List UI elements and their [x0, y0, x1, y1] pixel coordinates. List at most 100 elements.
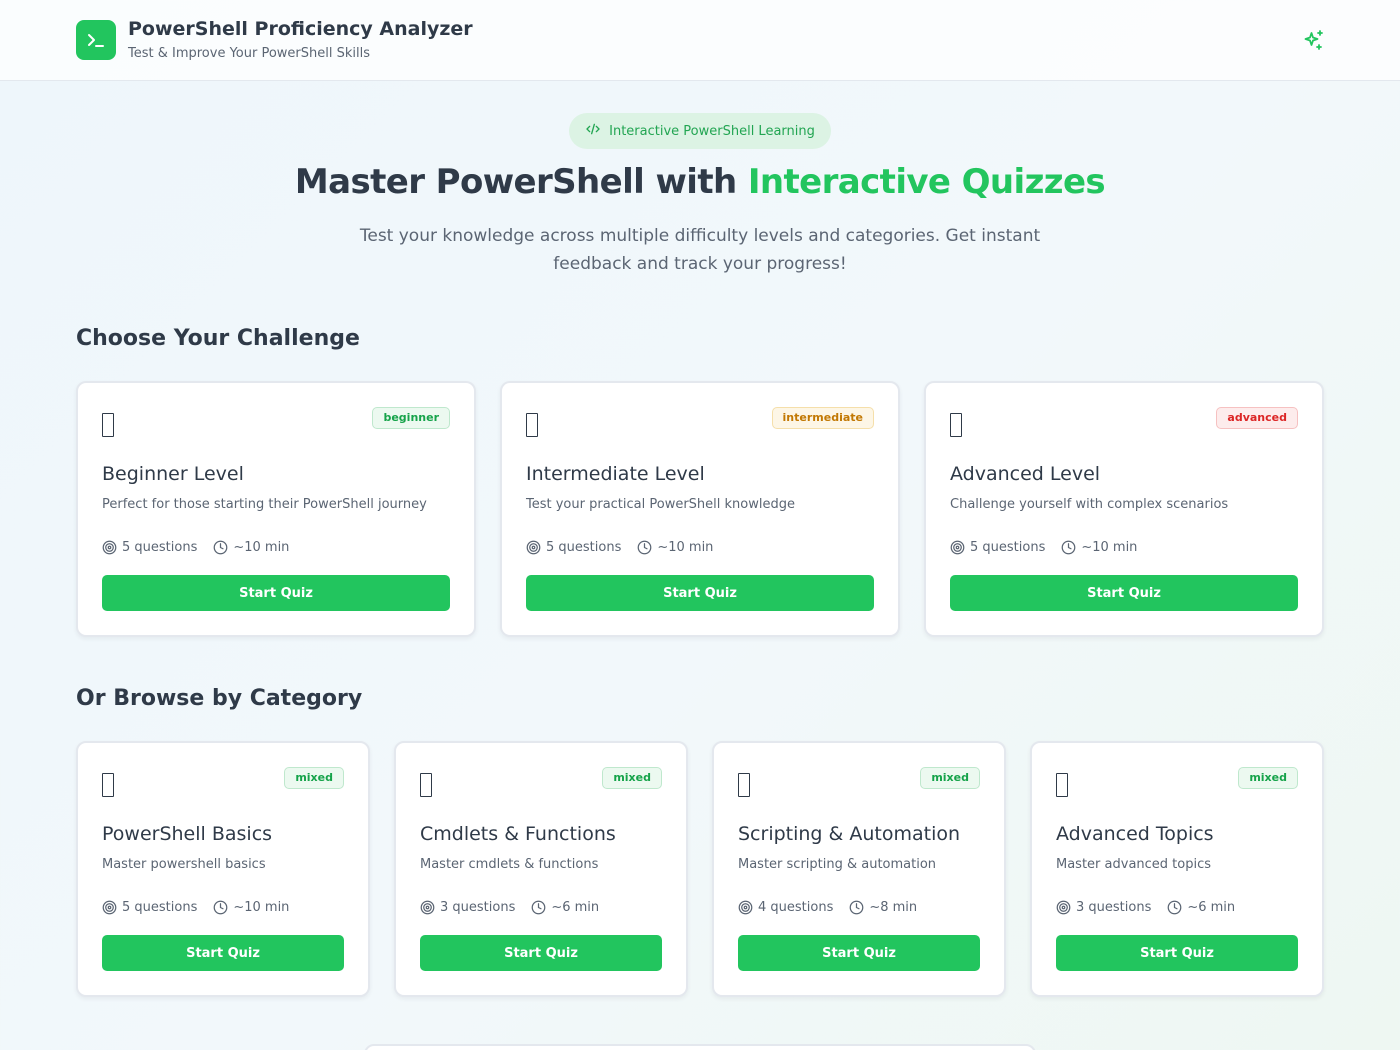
start-quiz-button[interactable]: Start Quiz: [526, 575, 874, 611]
terminal-icon: [76, 20, 116, 60]
difficulty-badge: advanced: [1216, 407, 1298, 429]
card-title: Advanced Topics: [1056, 823, 1214, 845]
start-quiz-button[interactable]: Start Quiz: [1056, 935, 1298, 971]
category-icon: [420, 773, 432, 797]
target-icon: [420, 900, 435, 915]
app-subtitle: Test & Improve Your PowerShell Skills: [128, 46, 371, 61]
target-icon: [102, 900, 117, 915]
card-description: Test your practical PowerShell knowledge: [526, 497, 795, 512]
card-description: Perfect for those starting their PowerSh…: [102, 497, 427, 512]
questions-meta: 3 questions: [1056, 900, 1151, 915]
clock-icon: [1061, 540, 1076, 555]
card-description: Master powershell basics: [102, 857, 266, 872]
time-estimate: ~6 min: [1187, 900, 1236, 915]
card-title: PowerShell Basics: [102, 823, 273, 845]
card-description: Master scripting & automation: [738, 857, 937, 872]
sparkles-icon[interactable]: [1302, 28, 1326, 52]
card-meta: 3 questions ~6 min: [420, 900, 599, 915]
level-icon: [526, 413, 538, 437]
category-card-basics: mixed PowerShell Basics Master powershel…: [76, 741, 370, 997]
challenge-card-intermediate: intermediate Intermediate Level Test you…: [500, 381, 900, 637]
start-quiz-button[interactable]: Start Quiz: [102, 575, 450, 611]
start-quiz-button[interactable]: Start Quiz: [420, 935, 662, 971]
pill-label: Interactive PowerShell Learning: [609, 123, 815, 139]
target-icon: [950, 540, 965, 555]
time-meta: ~10 min: [637, 540, 713, 555]
questions-meta: 5 questions: [950, 540, 1045, 555]
time-meta: ~10 min: [1061, 540, 1137, 555]
card-title: Advanced Level: [950, 463, 1101, 485]
questions-count: 5 questions: [122, 540, 198, 555]
card-meta: 5 questions ~10 min: [950, 540, 1137, 555]
challenge-section-title: Choose Your Challenge: [76, 326, 360, 351]
card-description: Challenge yourself with complex scenario…: [950, 497, 1229, 512]
difficulty-badge: mixed: [1238, 767, 1298, 789]
time-estimate: ~10 min: [1081, 540, 1138, 555]
app-title: PowerShell Proficiency Analyzer: [128, 18, 473, 40]
card-meta: 3 questions ~6 min: [1056, 900, 1235, 915]
difficulty-badge: mixed: [920, 767, 980, 789]
difficulty-badge: beginner: [372, 407, 450, 429]
card-meta: 5 questions ~10 min: [102, 900, 289, 915]
questions-meta: 4 questions: [738, 900, 833, 915]
time-meta: ~6 min: [1167, 900, 1235, 915]
time-meta: ~8 min: [849, 900, 917, 915]
questions-count: 4 questions: [758, 900, 834, 915]
questions-meta: 5 questions: [526, 540, 621, 555]
clock-icon: [531, 900, 546, 915]
card-description: Master advanced topics: [1056, 857, 1212, 872]
category-card-advanced-topics: mixed Advanced Topics Master advanced to…: [1030, 741, 1324, 997]
time-estimate: ~10 min: [233, 540, 290, 555]
time-estimate: ~10 min: [657, 540, 714, 555]
code-icon: [585, 121, 601, 141]
difficulty-badge: intermediate: [771, 407, 874, 429]
category-icon: [738, 773, 750, 797]
learning-pill: Interactive PowerShell Learning: [569, 113, 831, 149]
time-meta: ~10 min: [213, 540, 289, 555]
questions-count: 5 questions: [970, 540, 1046, 555]
start-quiz-button[interactable]: Start Quiz: [102, 935, 344, 971]
questions-meta: 3 questions: [420, 900, 515, 915]
category-icon: [1056, 773, 1068, 797]
time-estimate: ~6 min: [551, 900, 600, 915]
questions-meta: 5 questions: [102, 900, 197, 915]
level-icon: [950, 413, 962, 437]
category-section-title: Or Browse by Category: [76, 686, 363, 711]
clock-icon: [213, 900, 228, 915]
card-meta: 5 questions ~10 min: [526, 540, 713, 555]
card-meta: 5 questions ~10 min: [102, 540, 289, 555]
challenge-card-beginner: beginner Beginner Level Perfect for thos…: [76, 381, 476, 637]
card-title: Cmdlets & Functions: [420, 823, 616, 845]
target-icon: [102, 540, 117, 555]
hero-title-main: Master PowerShell with: [294, 162, 748, 202]
hero-title: Master PowerShell with Interactive Quizz…: [0, 162, 1400, 202]
partial-card: [364, 1044, 1036, 1050]
challenge-card-advanced: advanced Advanced Level Challenge yourse…: [924, 381, 1324, 637]
card-description: Master cmdlets & functions: [420, 857, 599, 872]
category-card-scripting: mixed Scripting & Automation Master scri…: [712, 741, 1006, 997]
clock-icon: [213, 540, 228, 555]
questions-meta: 5 questions: [102, 540, 197, 555]
hero-description: Test your knowledge across multiple diff…: [359, 226, 1041, 274]
category-card-cmdlets: mixed Cmdlets & Functions Master cmdlets…: [394, 741, 688, 997]
target-icon: [526, 540, 541, 555]
questions-count: 3 questions: [440, 900, 516, 915]
questions-count: 5 questions: [546, 540, 622, 555]
card-title: Scripting & Automation: [738, 823, 961, 845]
target-icon: [1056, 900, 1071, 915]
clock-icon: [849, 900, 864, 915]
clock-icon: [637, 540, 652, 555]
hero-title-accent: Interactive Quizzes: [747, 162, 1106, 202]
time-meta: ~10 min: [213, 900, 289, 915]
questions-count: 3 questions: [1076, 900, 1152, 915]
level-icon: [102, 413, 114, 437]
card-meta: 4 questions ~8 min: [738, 900, 917, 915]
time-meta: ~6 min: [531, 900, 599, 915]
app-header: PowerShell Proficiency Analyzer Test & I…: [0, 0, 1400, 81]
card-title: Beginner Level: [102, 463, 244, 485]
start-quiz-button[interactable]: Start Quiz: [950, 575, 1298, 611]
questions-count: 5 questions: [122, 900, 198, 915]
start-quiz-button[interactable]: Start Quiz: [738, 935, 980, 971]
time-estimate: ~8 min: [869, 900, 918, 915]
time-estimate: ~10 min: [233, 900, 290, 915]
